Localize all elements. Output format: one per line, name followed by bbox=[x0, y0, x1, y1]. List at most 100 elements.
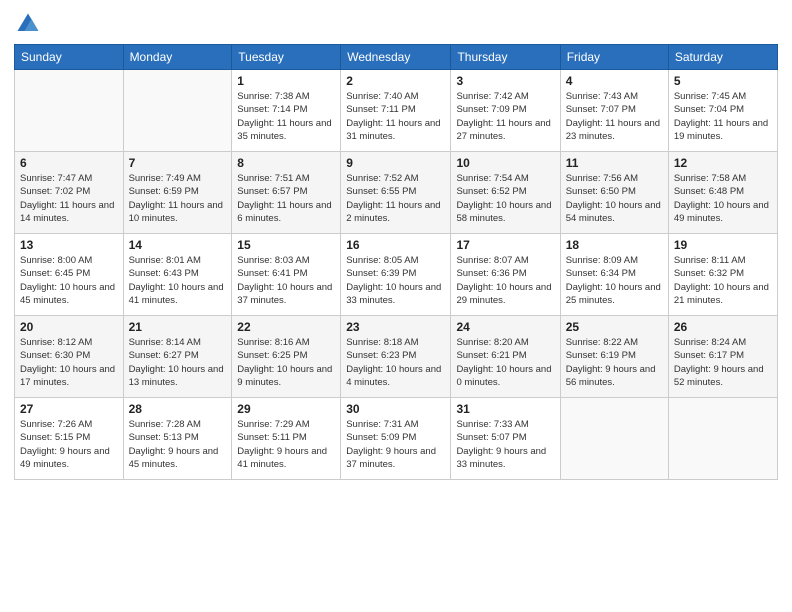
day-number: 9 bbox=[346, 156, 445, 170]
day-cell: 29Sunrise: 7:29 AMSunset: 5:11 PMDayligh… bbox=[232, 398, 341, 480]
day-cell: 1 Sunrise: 7:38 AMSunset: 7:14 PMDaylight… bbox=[232, 70, 341, 152]
day-info: Sunrise: 8:05 AMSunset: 6:39 PMDaylight:… bbox=[346, 254, 445, 307]
day-number: 3 bbox=[456, 74, 554, 88]
day-info: Sunrise: 8:16 AMSunset: 6:25 PMDaylight:… bbox=[237, 336, 335, 389]
day-cell: 30Sunrise: 7:31 AMSunset: 5:09 PMDayligh… bbox=[341, 398, 451, 480]
day-cell: 21Sunrise: 8:14 AMSunset: 6:27 PMDayligh… bbox=[123, 316, 232, 398]
day-info: Sunrise: 8:09 AMSunset: 6:34 PMDaylight:… bbox=[566, 254, 663, 307]
day-number: 8 bbox=[237, 156, 335, 170]
day-number: 20 bbox=[20, 320, 118, 334]
day-number: 31 bbox=[456, 402, 554, 416]
day-cell bbox=[560, 398, 668, 480]
day-cell: 27 Sunrise: 7:26 AMSunset: 5:15 PMDayligh… bbox=[15, 398, 124, 480]
day-cell: 3 Sunrise: 7:42 AMSunset: 7:09 PMDaylight… bbox=[451, 70, 560, 152]
day-number: 24 bbox=[456, 320, 554, 334]
day-cell: 13 Sunrise: 8:00 AMSunset: 6:45 PMDayligh… bbox=[15, 234, 124, 316]
day-cell: 10Sunrise: 7:54 AMSunset: 6:52 PMDayligh… bbox=[451, 152, 560, 234]
day-number: 18 bbox=[566, 238, 663, 252]
day-info: Sunrise: 7:43 AMSunset: 7:07 PMDaylight:… bbox=[566, 90, 663, 143]
week-row-3: 13 Sunrise: 8:00 AMSunset: 6:45 PMDayligh… bbox=[15, 234, 778, 316]
day-number: 16 bbox=[346, 238, 445, 252]
day-number: 7 bbox=[129, 156, 227, 170]
day-info: Sunrise: 7:47 AMSunset: 7:02 PMDaylight:… bbox=[20, 172, 118, 225]
weekday-header-friday: Friday bbox=[560, 45, 668, 70]
day-cell: 7 Sunrise: 7:49 AMSunset: 6:59 PMDaylight… bbox=[123, 152, 232, 234]
day-info: Sunrise: 8:20 AMSunset: 6:21 PMDaylight:… bbox=[456, 336, 554, 389]
day-info: Sunrise: 7:38 AMSunset: 7:14 PMDaylight:… bbox=[237, 90, 335, 143]
day-cell: 8 Sunrise: 7:51 AMSunset: 6:57 PMDaylight… bbox=[232, 152, 341, 234]
day-cell: 12 Sunrise: 7:58 AMSunset: 6:48 PMDayligh… bbox=[668, 152, 777, 234]
day-number: 4 bbox=[566, 74, 663, 88]
week-row-1: 1 Sunrise: 7:38 AMSunset: 7:14 PMDaylight… bbox=[15, 70, 778, 152]
day-cell: 24 Sunrise: 8:20 AMSunset: 6:21 PMDayligh… bbox=[451, 316, 560, 398]
day-cell: 9 Sunrise: 7:52 AMSunset: 6:55 PMDaylight… bbox=[341, 152, 451, 234]
day-info: Sunrise: 8:00 AMSunset: 6:45 PMDaylight:… bbox=[20, 254, 118, 307]
day-number: 19 bbox=[674, 238, 772, 252]
day-cell: 4 Sunrise: 7:43 AMSunset: 7:07 PMDaylight… bbox=[560, 70, 668, 152]
day-info: Sunrise: 8:07 AMSunset: 6:36 PMDaylight:… bbox=[456, 254, 554, 307]
day-number: 28 bbox=[129, 402, 227, 416]
day-cell: 2 Sunrise: 7:40 AMSunset: 7:11 PMDaylight… bbox=[341, 70, 451, 152]
day-info: Sunrise: 7:58 AMSunset: 6:48 PMDaylight:… bbox=[674, 172, 772, 225]
logo bbox=[14, 10, 46, 38]
weekday-header-saturday: Saturday bbox=[668, 45, 777, 70]
day-cell bbox=[668, 398, 777, 480]
day-info: Sunrise: 8:22 AMSunset: 6:19 PMDaylight:… bbox=[566, 336, 663, 389]
day-number: 22 bbox=[237, 320, 335, 334]
weekday-header-thursday: Thursday bbox=[451, 45, 560, 70]
calendar: SundayMondayTuesdayWednesdayThursdayFrid… bbox=[14, 44, 778, 480]
day-info: Sunrise: 7:52 AMSunset: 6:55 PMDaylight:… bbox=[346, 172, 445, 225]
day-cell: 20Sunrise: 8:12 AMSunset: 6:30 PMDayligh… bbox=[15, 316, 124, 398]
day-info: Sunrise: 7:49 AMSunset: 6:59 PMDaylight:… bbox=[129, 172, 227, 225]
day-info: Sunrise: 7:45 AMSunset: 7:04 PMDaylight:… bbox=[674, 90, 772, 143]
day-info: Sunrise: 8:18 AMSunset: 6:23 PMDaylight:… bbox=[346, 336, 445, 389]
day-number: 25 bbox=[566, 320, 663, 334]
day-number: 11 bbox=[566, 156, 663, 170]
day-info: Sunrise: 7:56 AMSunset: 6:50 PMDaylight:… bbox=[566, 172, 663, 225]
day-cell: 5 Sunrise: 7:45 AMSunset: 7:04 PMDaylight… bbox=[668, 70, 777, 152]
day-cell: 14 Sunrise: 8:01 AMSunset: 6:43 PMDayligh… bbox=[123, 234, 232, 316]
day-cell: 25 Sunrise: 8:22 AMSunset: 6:19 PMDayligh… bbox=[560, 316, 668, 398]
day-cell: 15 Sunrise: 8:03 AMSunset: 6:41 PMDayligh… bbox=[232, 234, 341, 316]
day-cell: 31Sunrise: 7:33 AMSunset: 5:07 PMDayligh… bbox=[451, 398, 560, 480]
weekday-header-monday: Monday bbox=[123, 45, 232, 70]
day-number: 23 bbox=[346, 320, 445, 334]
day-number: 30 bbox=[346, 402, 445, 416]
day-number: 27 bbox=[20, 402, 118, 416]
day-number: 2 bbox=[346, 74, 445, 88]
day-info: Sunrise: 7:51 AMSunset: 6:57 PMDaylight:… bbox=[237, 172, 335, 225]
day-number: 1 bbox=[237, 74, 335, 88]
day-number: 14 bbox=[129, 238, 227, 252]
day-number: 12 bbox=[674, 156, 772, 170]
day-cell: 17 Sunrise: 8:07 AMSunset: 6:36 PMDayligh… bbox=[451, 234, 560, 316]
day-info: Sunrise: 8:03 AMSunset: 6:41 PMDaylight:… bbox=[237, 254, 335, 307]
day-cell: 19 Sunrise: 8:11 AMSunset: 6:32 PMDayligh… bbox=[668, 234, 777, 316]
page: SundayMondayTuesdayWednesdayThursdayFrid… bbox=[0, 0, 792, 612]
day-cell: 22 Sunrise: 8:16 AMSunset: 6:25 PMDayligh… bbox=[232, 316, 341, 398]
day-info: Sunrise: 8:11 AMSunset: 6:32 PMDaylight:… bbox=[674, 254, 772, 307]
day-number: 13 bbox=[20, 238, 118, 252]
weekday-header-sunday: Sunday bbox=[15, 45, 124, 70]
week-row-2: 6 Sunrise: 7:47 AMSunset: 7:02 PMDaylight… bbox=[15, 152, 778, 234]
day-cell: 11 Sunrise: 7:56 AMSunset: 6:50 PMDayligh… bbox=[560, 152, 668, 234]
day-info: Sunrise: 8:01 AMSunset: 6:43 PMDaylight:… bbox=[129, 254, 227, 307]
day-cell: 6 Sunrise: 7:47 AMSunset: 7:02 PMDaylight… bbox=[15, 152, 124, 234]
day-cell: 16 Sunrise: 8:05 AMSunset: 6:39 PMDayligh… bbox=[341, 234, 451, 316]
weekday-header-tuesday: Tuesday bbox=[232, 45, 341, 70]
day-number: 5 bbox=[674, 74, 772, 88]
weekday-header-wednesday: Wednesday bbox=[341, 45, 451, 70]
day-info: Sunrise: 7:29 AMSunset: 5:11 PMDaylight:… bbox=[237, 418, 335, 471]
day-number: 26 bbox=[674, 320, 772, 334]
day-cell: 28Sunrise: 7:28 AMSunset: 5:13 PMDayligh… bbox=[123, 398, 232, 480]
header bbox=[14, 10, 778, 38]
day-info: Sunrise: 7:42 AMSunset: 7:09 PMDaylight:… bbox=[456, 90, 554, 143]
day-number: 10 bbox=[456, 156, 554, 170]
week-row-5: 27 Sunrise: 7:26 AMSunset: 5:15 PMDayligh… bbox=[15, 398, 778, 480]
weekday-header-row: SundayMondayTuesdayWednesdayThursdayFrid… bbox=[15, 45, 778, 70]
day-number: 6 bbox=[20, 156, 118, 170]
day-number: 15 bbox=[237, 238, 335, 252]
day-cell bbox=[15, 70, 124, 152]
day-number: 17 bbox=[456, 238, 554, 252]
day-info: Sunrise: 7:40 AMSunset: 7:11 PMDaylight:… bbox=[346, 90, 445, 143]
day-info: Sunrise: 7:26 AMSunset: 5:15 PMDaylight:… bbox=[20, 418, 118, 471]
